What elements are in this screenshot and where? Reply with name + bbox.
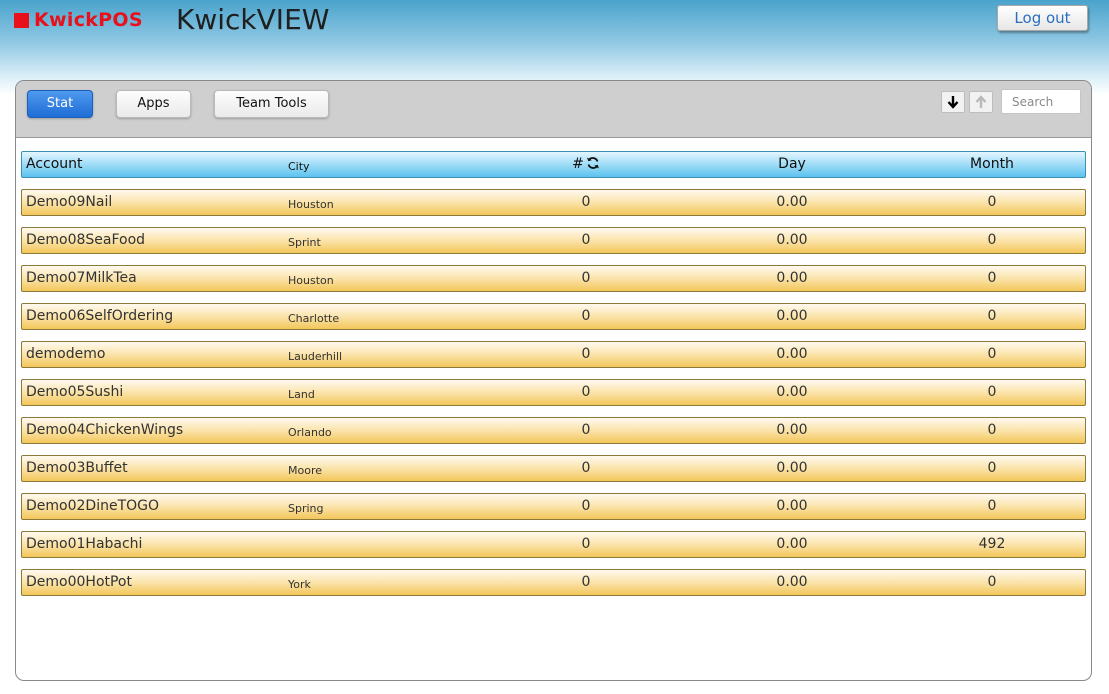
row-account: Demo04ChickenWings bbox=[26, 422, 184, 438]
arrow-down-icon bbox=[947, 96, 959, 109]
row-num: 0 bbox=[581, 384, 591, 400]
column-header-num-label: # bbox=[572, 156, 584, 172]
arrow-up-icon bbox=[975, 95, 987, 108]
row-num: 0 bbox=[581, 536, 591, 552]
row-account: Demo00HotPot bbox=[26, 574, 132, 590]
row-num: 0 bbox=[581, 460, 591, 476]
tab-stat[interactable]: Stat bbox=[27, 90, 93, 118]
row-account: Demo06SelfOrdering bbox=[26, 308, 174, 324]
row-month: 0 bbox=[987, 232, 997, 248]
row-month: 0 bbox=[987, 460, 997, 476]
row-account: Demo07MilkTea bbox=[26, 270, 137, 286]
row-num: 0 bbox=[581, 232, 591, 248]
sort-ascending-button[interactable] bbox=[969, 91, 993, 113]
row-day: 0.00 bbox=[776, 422, 808, 438]
logout-button[interactable]: Log out bbox=[997, 5, 1088, 31]
toolbar: Stat Apps Team Tools bbox=[16, 81, 1091, 138]
row-month: 0 bbox=[987, 384, 997, 400]
row-city: Orlando bbox=[288, 426, 332, 439]
row-num: 0 bbox=[581, 346, 591, 362]
row-month: 0 bbox=[987, 574, 997, 590]
row-account: demodemo bbox=[26, 346, 106, 362]
row-account: Demo09Nail bbox=[26, 194, 113, 210]
row-city: Charlotte bbox=[288, 312, 340, 325]
row-city: Land bbox=[288, 388, 315, 401]
kwickpos-logo: KwickPOS bbox=[14, 9, 143, 31]
tab-apps[interactable]: Apps bbox=[116, 90, 191, 118]
sort-descending-button[interactable] bbox=[941, 91, 965, 113]
row-day: 0.00 bbox=[776, 574, 808, 590]
row-month: 0 bbox=[987, 498, 997, 514]
row-city: Houston bbox=[288, 198, 334, 211]
table-row[interactable]: Demo09Nail Houston 0 0.00 0 bbox=[21, 189, 1086, 216]
row-month: 0 bbox=[987, 308, 997, 324]
row-city: Moore bbox=[288, 464, 322, 477]
row-num: 0 bbox=[581, 422, 591, 438]
table-row[interactable]: Demo04ChickenWings Orlando 0 0.00 0 bbox=[21, 417, 1086, 444]
row-num: 0 bbox=[581, 270, 591, 286]
row-day: 0.00 bbox=[776, 270, 808, 286]
table-row[interactable]: Demo08SeaFood Sprint 0 0.00 0 bbox=[21, 227, 1086, 254]
table-row[interactable]: demodemo Lauderhill 0 0.00 0 bbox=[21, 341, 1086, 368]
row-city: York bbox=[288, 578, 311, 591]
top-bar: KwickPOS KwickVIEW Log out bbox=[0, 0, 1109, 80]
table-header: Account City # Day Month bbox=[21, 151, 1086, 178]
row-day: 0.00 bbox=[776, 308, 808, 324]
row-day: 0.00 bbox=[776, 498, 808, 514]
row-day: 0.00 bbox=[776, 536, 808, 552]
row-month: 0 bbox=[987, 270, 997, 286]
search-input[interactable] bbox=[1001, 89, 1081, 114]
table-row[interactable]: Demo06SelfOrdering Charlotte 0 0.00 0 bbox=[21, 303, 1086, 330]
row-month: 0 bbox=[987, 346, 997, 362]
table-row[interactable]: Demo05Sushi Land 0 0.00 0 bbox=[21, 379, 1086, 406]
row-account: Demo05Sushi bbox=[26, 384, 124, 400]
logo-square-icon bbox=[14, 12, 29, 28]
row-num: 0 bbox=[581, 498, 591, 514]
table-row[interactable]: Demo02DineTOGO Spring 0 0.00 0 bbox=[21, 493, 1086, 520]
row-day: 0.00 bbox=[776, 346, 808, 362]
column-header-num[interactable]: # bbox=[492, 152, 680, 177]
tab-team-tools[interactable]: Team Tools bbox=[214, 90, 329, 118]
row-month: 492 bbox=[978, 536, 1006, 552]
row-city: Spring bbox=[288, 502, 324, 515]
row-month: 0 bbox=[987, 194, 997, 210]
row-day: 0.00 bbox=[776, 194, 808, 210]
logo-text: KwickPOS bbox=[34, 9, 143, 31]
app-title: KwickVIEW bbox=[176, 3, 330, 36]
row-month: 0 bbox=[987, 422, 997, 438]
table-row[interactable]: Demo01Habachi 0 0.00 492 bbox=[21, 531, 1086, 558]
row-account: Demo08SeaFood bbox=[26, 232, 146, 248]
refresh-icon[interactable] bbox=[586, 156, 600, 170]
column-header-month[interactable]: Month bbox=[897, 152, 1087, 177]
row-city: Houston bbox=[288, 274, 334, 287]
column-header-day[interactable]: Day bbox=[692, 152, 892, 177]
row-city: Lauderhill bbox=[288, 350, 343, 363]
row-day: 0.00 bbox=[776, 460, 808, 476]
column-header-city[interactable]: City bbox=[288, 152, 310, 177]
row-num: 0 bbox=[581, 194, 591, 210]
column-header-account[interactable]: Account bbox=[26, 152, 83, 177]
row-account: Demo01Habachi bbox=[26, 536, 143, 552]
table-row[interactable]: Demo00HotPot York 0 0.00 0 bbox=[21, 569, 1086, 596]
row-account: Demo02DineTOGO bbox=[26, 498, 160, 514]
row-day: 0.00 bbox=[776, 232, 808, 248]
row-account: Demo03Buffet bbox=[26, 460, 128, 476]
row-num: 0 bbox=[581, 308, 591, 324]
row-city: Sprint bbox=[288, 236, 321, 249]
row-day: 0.00 bbox=[776, 384, 808, 400]
row-num: 0 bbox=[581, 574, 591, 590]
table-row[interactable]: Demo03Buffet Moore 0 0.00 0 bbox=[21, 455, 1086, 482]
table-row[interactable]: Demo07MilkTea Houston 0 0.00 0 bbox=[21, 265, 1086, 292]
main-panel: Stat Apps Team Tools Account City # Day … bbox=[15, 80, 1092, 681]
